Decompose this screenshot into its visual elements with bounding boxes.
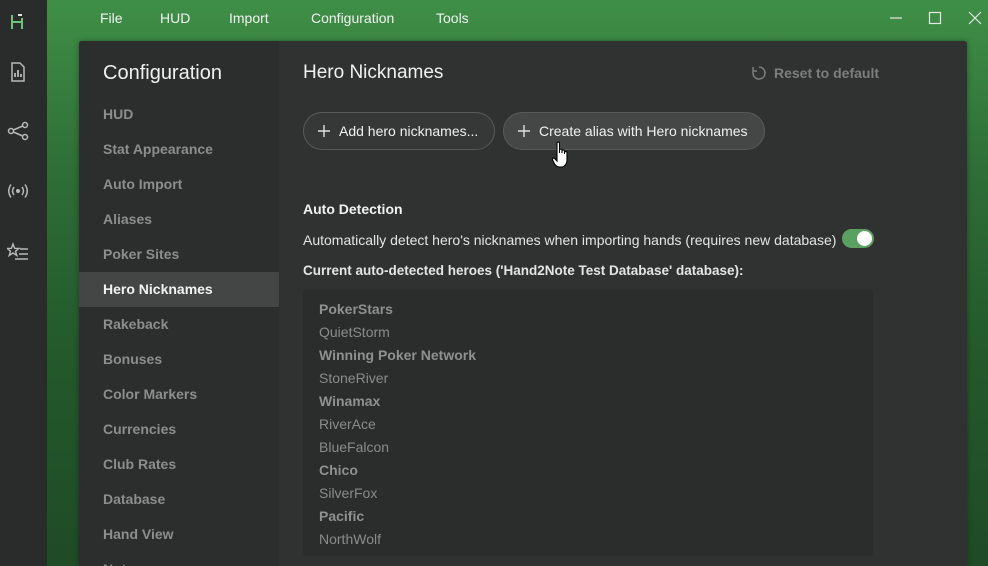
create-alias-button[interactable]: Create alias with Hero nicknames	[503, 112, 765, 150]
minimize-icon[interactable]	[886, 8, 906, 28]
nav-item-aliases[interactable]: Aliases	[79, 202, 279, 237]
broadcast-icon[interactable]	[6, 179, 30, 203]
report-icon[interactable]	[6, 60, 30, 84]
hand-cursor-icon	[552, 141, 568, 168]
close-icon[interactable]	[965, 8, 985, 28]
nav-item-hand-view[interactable]: Hand View	[79, 517, 279, 552]
menu-import[interactable]: Import	[229, 10, 269, 26]
hero-nickname-item: NorthWolf	[319, 531, 381, 547]
toggle-knob	[857, 231, 872, 246]
nav-item-notes[interactable]: Notes	[79, 552, 279, 566]
hero-site-item: Winning Poker Network	[319, 347, 477, 363]
hero-nickname-item: QuietStorm	[319, 324, 390, 340]
logo-icon[interactable]	[6, 10, 30, 34]
create-alias-label: Create alias with Hero nicknames	[539, 123, 748, 139]
menu-bar: File HUD Import Configuration Tools	[47, 0, 988, 38]
auto-detection-description: Automatically detect hero's nicknames wh…	[303, 232, 837, 248]
menu-configuration[interactable]: Configuration	[311, 10, 394, 26]
share-graph-icon[interactable]	[6, 119, 30, 143]
hero-nickname-item: BlueFalcon	[319, 439, 390, 455]
nav-item-poker-sites[interactable]: Poker Sites	[79, 237, 279, 272]
hero-site-item: Winamax	[319, 393, 381, 409]
hero-nickname-item: StoneRiver	[319, 370, 389, 386]
nav-item-hud[interactable]: HUD	[79, 97, 279, 132]
nav-item-bonuses[interactable]: Bonuses	[79, 342, 279, 377]
plus-icon	[318, 125, 330, 137]
maximize-icon[interactable]	[925, 8, 945, 28]
menu-file[interactable]: File	[100, 10, 123, 26]
add-hero-nicknames-button[interactable]: Add hero nicknames...	[303, 112, 496, 150]
hero-site-item: PokerStars	[319, 301, 393, 317]
nav-item-database[interactable]: Database	[79, 482, 279, 517]
star-list-icon[interactable]	[6, 240, 30, 264]
page-title: Hero Nicknames	[303, 62, 444, 83]
hero-nickname-item: SilverFox	[319, 485, 378, 501]
hero-nicknames-content: Hero Nicknames Reset to default Add hero…	[279, 41, 967, 566]
configuration-panel: Configuration HUD Stat Appearance Auto I…	[79, 41, 967, 566]
nav-item-club-rates[interactable]: Club Rates	[79, 447, 279, 482]
nav-title: Configuration	[103, 62, 222, 84]
nav-item-hero-nicknames[interactable]: Hero Nicknames	[79, 272, 279, 307]
add-hero-nicknames-label: Add hero nicknames...	[339, 123, 479, 139]
nav-item-color-markers[interactable]: Color Markers	[79, 377, 279, 412]
plus-icon	[518, 125, 530, 137]
reset-label: Reset to default	[774, 65, 880, 81]
hero-nickname-item: RiverAce	[319, 416, 376, 432]
menu-hud[interactable]: HUD	[160, 10, 190, 26]
detected-heroes-list: PokerStars QuietStorm Winning Poker Netw…	[303, 290, 873, 556]
hero-site-item: Pacific	[319, 508, 365, 524]
reset-to-default-button[interactable]: Reset to default	[751, 65, 879, 81]
auto-detection-toggle[interactable]	[842, 229, 874, 248]
auto-detection-heading: Auto Detection	[303, 201, 403, 217]
menu-tools[interactable]: Tools	[436, 10, 469, 26]
nav-item-currencies[interactable]: Currencies	[79, 412, 279, 447]
left-rail	[0, 0, 47, 566]
config-nav: Configuration HUD Stat Appearance Auto I…	[79, 41, 279, 566]
current-heroes-label: Current auto-detected heroes ('Hand2Note…	[303, 263, 744, 278]
reset-icon	[752, 66, 766, 80]
nav-item-auto-import[interactable]: Auto Import	[79, 167, 279, 202]
hero-site-item: Chico	[319, 462, 358, 478]
nav-item-stat-appearance[interactable]: Stat Appearance	[79, 132, 279, 167]
nav-item-rakeback[interactable]: Rakeback	[79, 307, 279, 342]
